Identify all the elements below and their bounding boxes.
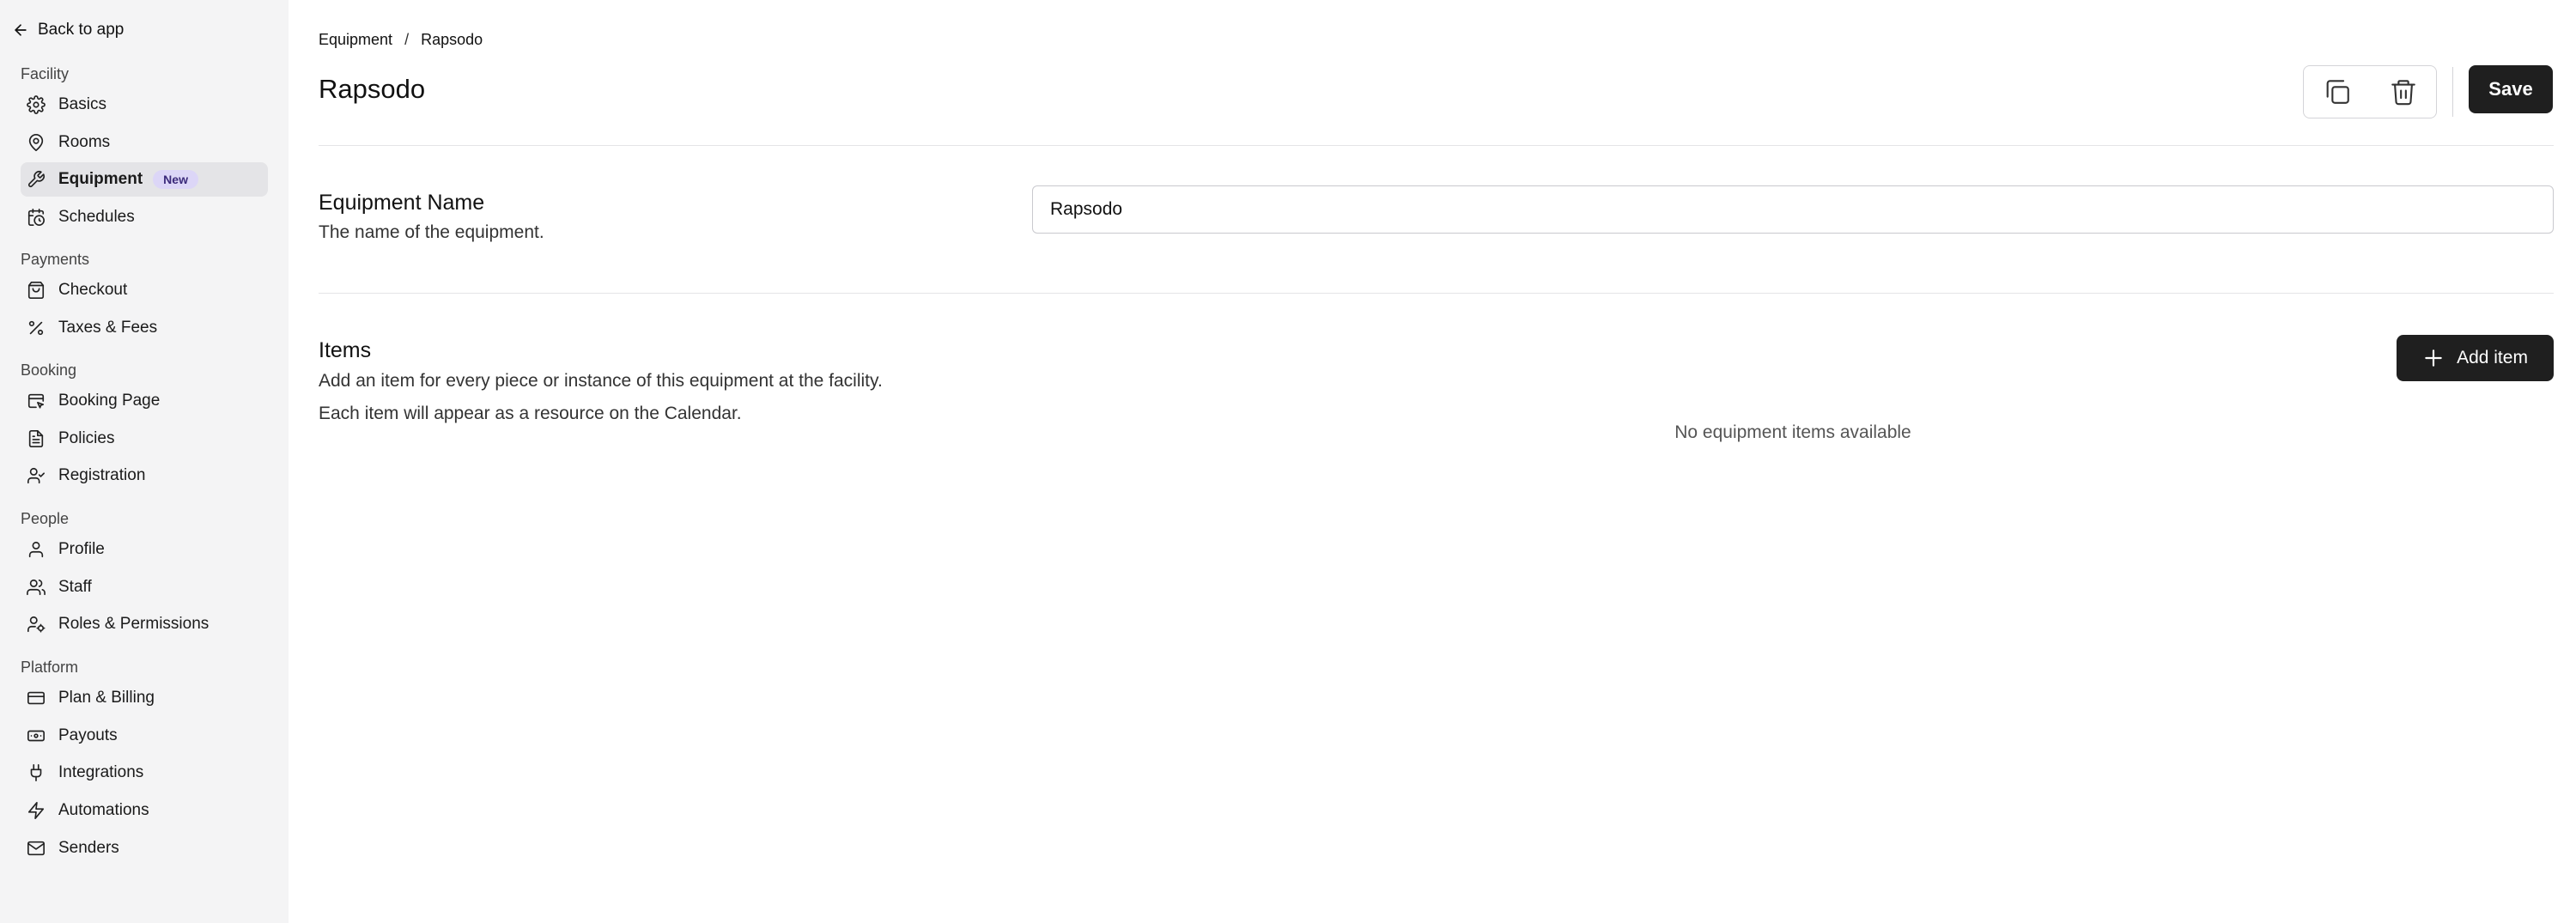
sidebar-item-label: Taxes & Fees [58,319,158,337]
items-description: Add an item for every piece or instance … [319,371,883,423]
new-badge: New [153,170,198,189]
page-title: Rapsodo [319,74,426,104]
copy-icon [2326,80,2349,104]
sidebar-item-registration[interactable]: Registration [21,458,268,493]
sidebar-item-schedules[interactable]: Schedules [21,200,268,234]
sidebar-item-label: Profile [58,540,105,558]
sidebar-item-label: Automations [58,801,149,819]
mail-icon [26,838,46,859]
sidebar-item-label: Rooms [58,133,111,151]
banknote-icon [26,726,46,746]
section-label-booking: Booking [21,361,77,379]
user-check-icon [26,465,46,486]
sidebar-item-integrations[interactable]: Integrations [21,756,268,790]
sidebar-item-payouts[interactable]: Payouts [21,719,268,753]
arrow-left-icon [15,24,27,36]
sidebar-item-label: Integrations [58,763,144,781]
add-item-button[interactable]: Add item [2397,335,2554,381]
toolbar-divider [2452,67,2453,117]
calendar-clock-icon [26,207,46,228]
header-divider [319,145,2554,146]
sidebar-item-roles-permissions[interactable]: Roles & Permissions [21,607,268,641]
sidebar-item-label: Payouts [58,726,118,744]
zap-icon [26,800,46,821]
breadcrumb-current: Rapsodo [421,31,483,48]
items-title: Items [319,338,372,362]
wrench-icon [26,169,46,190]
sidebar-item-label: Booking Page [58,392,161,410]
sidebar-item-senders[interactable]: Senders [21,831,268,865]
sidebar-item-automations[interactable]: Automations [21,793,268,828]
sidebar-item-policies[interactable]: Policies [21,422,268,456]
user-icon [26,539,46,560]
sidebar-item-label: Registration [58,466,146,484]
sidebar-item-taxes-fees[interactable]: Taxes & Fees [21,311,268,345]
sidebar-item-checkout[interactable]: Checkout [21,273,268,307]
credit-card-icon [26,688,46,708]
equipment-name-description: The name of the equipment. [319,222,544,242]
section-label-payments: Payments [21,251,90,268]
map-pin-icon [26,132,46,153]
empty-state-text: No equipment items available [1674,422,1911,442]
user-cog-icon [26,614,46,635]
document-icon [26,428,46,449]
percent-icon [26,318,46,338]
plug-icon [26,762,46,783]
breadcrumb: Equipment / Rapsodo [319,31,483,49]
add-item-label: Add item [2457,348,2528,367]
back-to-app-link[interactable]: Back to app [12,17,124,43]
sidebar-item-label: Plan & Billing [58,689,155,707]
delete-button[interactable] [2383,71,2424,112]
sidebar-item-profile[interactable]: Profile [21,532,268,567]
gear-icon [26,94,46,115]
breadcrumb-parent-link[interactable]: Equipment [319,31,392,49]
section-label-facility: Facility [21,65,70,82]
sidebar-item-label: Schedules [58,208,135,226]
sidebar-item-basics[interactable]: Basics [21,88,268,122]
plus-icon [2425,349,2442,367]
users-icon [26,577,46,598]
section-divider [319,293,2554,294]
sidebar-item-label: Roles & Permissions [58,615,210,633]
sidebar-item-label: Checkout [58,281,128,299]
shopping-bag-icon [26,280,46,301]
settings-sidebar: Back to app Facility Basics Rooms Equipm… [0,0,289,923]
sidebar-item-label: Staff [58,578,92,596]
trash-icon [2391,80,2415,106]
section-label-people: People [21,510,70,527]
section-label-platform: Platform [21,659,79,676]
back-to-app-label: Back to app [38,21,125,39]
sidebar-item-equipment[interactable]: Equipment New [21,162,268,197]
equipment-name-input[interactable] [1032,185,2554,234]
breadcrumb-separator: / [404,31,410,48]
sidebar-item-label: Policies [58,429,115,447]
equipment-name-title: Equipment Name [319,191,485,215]
sidebar-item-booking-page[interactable]: Booking Page [21,384,268,418]
sidebar-item-label: Senders [58,839,119,857]
sidebar-item-label: Equipment [58,170,143,188]
sidebar-item-staff[interactable]: Staff [21,570,268,604]
record-actions-group [2303,65,2437,118]
sidebar-item-rooms[interactable]: Rooms [21,125,268,160]
browser-pointer-icon [26,391,46,411]
sidebar-item-label: Basics [58,95,106,113]
duplicate-button[interactable] [2317,71,2358,112]
sidebar-item-plan-billing[interactable]: Plan & Billing [21,681,268,715]
save-button[interactable]: Save [2469,65,2553,113]
